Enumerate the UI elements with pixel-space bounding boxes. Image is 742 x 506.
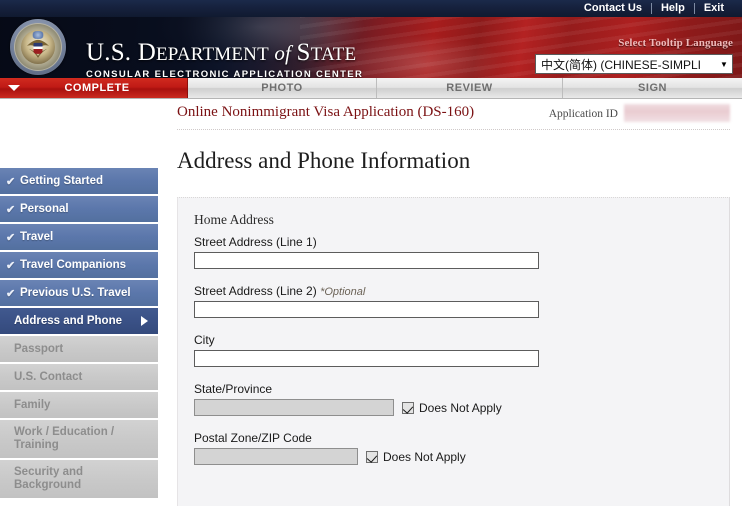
shield-icon: [33, 42, 43, 54]
sidebar-item-label: Family: [14, 399, 51, 411]
tab-photo[interactable]: PHOTO: [188, 78, 377, 98]
sidebar-item-passport[interactable]: Passport: [0, 336, 158, 362]
city-label: City: [194, 333, 215, 347]
sidebar-item-travel[interactable]: ✔ Travel: [0, 224, 158, 250]
state-province-input[interactable]: [194, 399, 394, 416]
tab-review[interactable]: REVIEW: [377, 78, 563, 98]
top-utility-bar: Contact Us Help Exit: [0, 0, 742, 17]
check-icon: ✔: [6, 175, 16, 188]
postal-zip-field: Postal Zone/ZIP Code Does Not Apply: [194, 431, 729, 465]
agency-name-tate: TATE: [310, 44, 357, 65]
sidebar-item-label: Work / Education / Training: [14, 426, 115, 451]
form-subheader: Online Nonimmigrant Visa Application (DS…: [177, 102, 730, 130]
city-input[interactable]: [194, 350, 539, 367]
form-panel-inner: Home Address Street Address (Line 1) Str…: [178, 198, 729, 465]
tooltip-language-selected-value: 中文(简体) (CHINESE-SIMPLI: [541, 57, 702, 72]
contact-us-link[interactable]: Contact Us: [575, 0, 651, 17]
select-tooltip-language-label: Select Tooltip Language: [618, 37, 733, 49]
street-address-line1-field: Street Address (Line 1): [194, 235, 729, 269]
check-icon: ✔: [6, 259, 16, 272]
sidebar-item-getting-started[interactable]: ✔ Getting Started: [0, 168, 158, 194]
agency-title-block: U.S. DEPARTMENT of STATE CONSULAR ELECTR…: [86, 39, 363, 78]
help-link[interactable]: Help: [652, 0, 694, 17]
postal-zip-input[interactable]: [194, 448, 358, 465]
agency-name-d: D: [137, 39, 156, 66]
sidebar-item-label: Travel: [20, 231, 54, 243]
tab-complete[interactable]: COMPLETE: [0, 78, 188, 98]
city-field: City: [194, 333, 729, 367]
street-address-line2-label: Street Address (Line 2) *Optional: [194, 284, 729, 298]
ds160-application-page: Contact Us Help Exit U.S. DEPARTMENT of …: [0, 0, 742, 506]
form-panel: Home Address Street Address (Line 1) Str…: [177, 197, 730, 506]
street-address-line2-field: Street Address (Line 2) *Optional: [194, 284, 729, 318]
section-navigation-sidebar: ✔ Getting Started ✔ Personal ✔ Travel ✔ …: [0, 168, 158, 500]
sidebar-item-label: Getting Started: [20, 175, 104, 187]
tab-photo-label: PHOTO: [261, 82, 303, 94]
sidebar-item-family[interactable]: Family: [0, 392, 158, 418]
agency-name: U.S. DEPARTMENT of STATE: [86, 39, 363, 68]
postal-does-not-apply-label: Does Not Apply: [383, 449, 466, 464]
state-province-row: Does Not Apply: [194, 399, 729, 416]
check-icon: ✔: [6, 231, 16, 244]
tab-sign-label: SIGN: [638, 82, 667, 94]
state-province-label: State/Province: [194, 382, 273, 396]
state-province-field: State/Province Does Not Apply: [194, 382, 729, 416]
tab-sign[interactable]: SIGN: [563, 78, 742, 98]
sidebar-item-label: Security and Background: [14, 466, 84, 491]
postal-does-not-apply-checkbox[interactable]: [366, 450, 378, 463]
application-id-label: Application ID: [548, 108, 618, 120]
sidebar-item-label: U.S. Contact: [14, 371, 83, 383]
sidebar-item-label: Travel Companions: [20, 259, 127, 271]
agency-name-epartment: EPARTMENT: [155, 44, 269, 65]
exit-link[interactable]: Exit: [695, 0, 733, 17]
postal-zip-row: Does Not Apply: [194, 448, 729, 465]
street-address-line2-input[interactable]: [194, 301, 539, 318]
check-icon: ✔: [6, 203, 16, 216]
street-address-line1-label: Street Address (Line 1): [194, 235, 317, 249]
sidebar-item-label: Address and Phone: [14, 315, 122, 327]
agency-subtitle: CONSULAR ELECTRONIC APPLICATION CENTER: [86, 69, 364, 78]
state-does-not-apply-label: Does Not Apply: [419, 400, 502, 415]
sidebar-item-security-and-background[interactable]: Security and Background: [0, 460, 158, 498]
stars-glory-icon: [31, 31, 45, 40]
state-does-not-apply-checkbox-wrap[interactable]: Does Not Apply: [402, 401, 502, 415]
tab-complete-label: COMPLETE: [64, 82, 130, 94]
agency-name-us: U.S.: [86, 39, 138, 66]
site-banner: U.S. DEPARTMENT of STATE CONSULAR ELECTR…: [0, 17, 742, 78]
sidebar-item-previous-us-travel[interactable]: ✔ Previous U.S. Travel: [0, 280, 158, 306]
sidebar-item-label: Previous U.S. Travel: [20, 287, 131, 299]
sidebar-item-work-education-training[interactable]: Work / Education / Training: [0, 420, 158, 458]
caret-down-icon: [0, 85, 27, 91]
chevron-right-icon: [141, 316, 148, 326]
great-seal-icon: [10, 19, 66, 75]
top-utility-links: Contact Us Help Exit: [575, 0, 742, 17]
form-title: Online Nonimmigrant Visa Application (DS…: [177, 104, 475, 120]
chevron-down-icon: ▼: [720, 59, 728, 69]
agency-name-of: of: [268, 41, 297, 65]
postal-does-not-apply-checkbox-wrap[interactable]: Does Not Apply: [366, 450, 466, 464]
street-address-line1-input[interactable]: [194, 252, 539, 269]
sidebar-item-label: Passport: [14, 343, 64, 355]
sidebar-item-travel-companions[interactable]: ✔ Travel Companions: [0, 252, 158, 278]
tab-review-label: REVIEW: [446, 82, 493, 94]
tooltip-language-select[interactable]: 中文(简体) (CHINESE-SIMPLI ▼: [535, 54, 733, 74]
sidebar-item-us-contact[interactable]: U.S. Contact: [0, 364, 158, 390]
street-address-line2-label-text: Street Address (Line 2): [194, 284, 317, 298]
application-id-value-redacted: [624, 104, 730, 122]
optional-marker: *Optional: [320, 286, 366, 298]
postal-zip-label: Postal Zone/ZIP Code: [194, 431, 312, 445]
check-icon: ✔: [6, 287, 16, 300]
progress-tab-bar: COMPLETE PHOTO REVIEW SIGN: [0, 78, 742, 99]
state-does-not-apply-checkbox[interactable]: [402, 401, 414, 414]
agency-name-s: S: [296, 39, 311, 66]
home-address-group-title: Home Address: [194, 212, 274, 227]
sidebar-item-label: Personal: [20, 203, 69, 215]
sidebar-item-address-and-phone[interactable]: Address and Phone: [0, 308, 158, 334]
sidebar-item-personal[interactable]: ✔ Personal: [0, 196, 158, 222]
page-title: Address and Phone Information: [177, 148, 471, 173]
